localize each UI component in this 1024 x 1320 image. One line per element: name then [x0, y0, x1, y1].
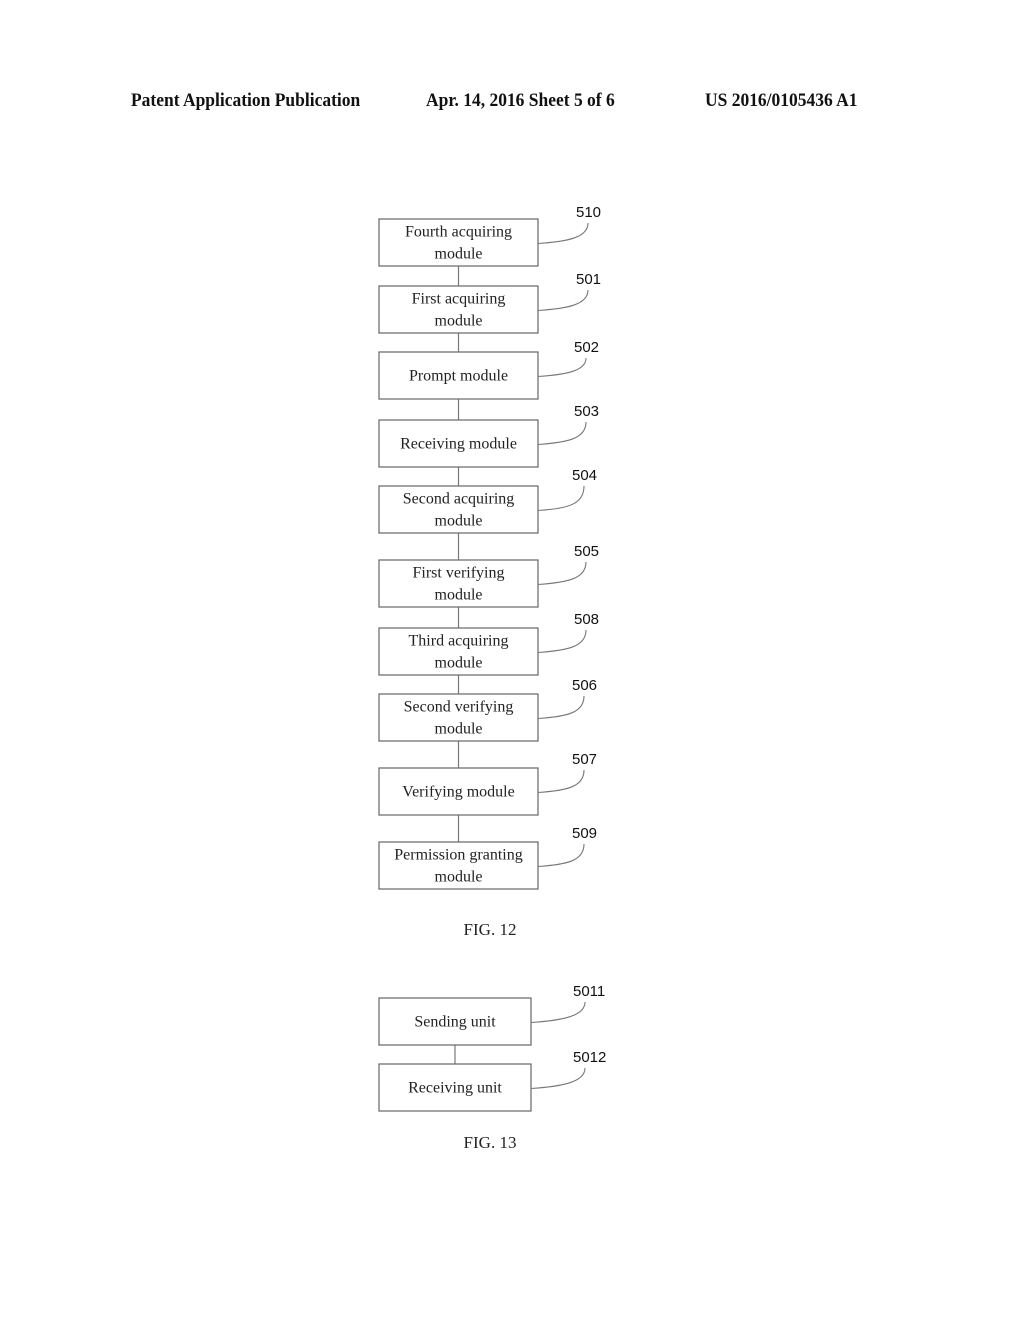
module-label: First acquiring: [412, 291, 506, 308]
reference-numeral: 510: [576, 204, 601, 221]
reference-numeral: 503: [574, 403, 599, 420]
module-label: Second verifying: [404, 699, 514, 716]
reference-numeral: 508: [574, 611, 599, 628]
leader-line: [537, 561, 587, 586]
leader-line: [537, 357, 587, 378]
module-label: Third acquiring: [409, 633, 509, 650]
reference-numeral: 505: [574, 543, 599, 560]
leader-line: [537, 843, 585, 868]
module-507: Verifying module 507: [378, 751, 597, 816]
figure-caption: FIG. 13: [464, 1133, 517, 1152]
module-label: Verifying module: [402, 784, 514, 801]
figure-13: Sending unit 5011 Receiving unit 5012 FIG. 1…: [378, 983, 606, 1152]
module-504: Second acquiring module 504: [378, 467, 597, 534]
reference-numeral: 504: [572, 467, 597, 484]
module-label: Second acquiring: [403, 491, 515, 508]
module-503: Receiving module 503: [378, 403, 599, 468]
leader-line: [537, 289, 589, 312]
module-label: Receiving module: [400, 436, 517, 453]
module-label: module: [435, 587, 483, 604]
leader-line: [530, 1067, 586, 1090]
block-diagram: Fourth acquiring module 510 First acquiring…: [378, 204, 606, 1152]
reference-numeral: 502: [574, 339, 599, 356]
figure-12: Fourth acquiring module 510 First acquiring…: [378, 204, 601, 939]
module-label: module: [435, 313, 483, 330]
module-506: Second verifying module 506: [378, 677, 597, 742]
module-label: First verifying: [413, 565, 505, 582]
module-label: Permission granting: [394, 847, 522, 864]
reference-numeral: 509: [572, 825, 597, 842]
module-509: Permission granting module 509: [378, 825, 597, 890]
leader-line: [537, 629, 587, 654]
module-501: First acquiring module 501: [378, 271, 601, 334]
leader-line: [537, 222, 589, 245]
reference-numeral: 5012: [573, 1049, 606, 1066]
module-label: module: [435, 869, 483, 886]
figure-caption: FIG. 12: [464, 920, 517, 939]
reference-numeral: 501: [576, 271, 601, 288]
module-502: Prompt module 502: [378, 339, 599, 400]
leader-line: [530, 1001, 586, 1024]
module-label: Prompt module: [409, 368, 508, 385]
module-label: Fourth acquiring: [405, 224, 512, 241]
module-label: module: [435, 721, 483, 738]
reference-numeral: 506: [572, 677, 597, 694]
module-510: Fourth acquiring module 510: [378, 204, 601, 267]
leader-line: [537, 769, 585, 794]
leader-line: [537, 485, 585, 512]
module-508: Third acquiring module 508: [378, 611, 599, 676]
module-label: module: [435, 513, 483, 530]
module-5011: Sending unit 5011: [378, 983, 605, 1046]
reference-numeral: 5011: [573, 983, 605, 1000]
leader-line: [537, 695, 585, 720]
module-505: First verifying module 505: [378, 543, 599, 608]
module-label: Receiving unit: [408, 1080, 502, 1097]
reference-numeral: 507: [572, 751, 597, 768]
leader-line: [537, 421, 587, 446]
module-label: module: [435, 246, 483, 263]
module-label: Sending unit: [414, 1014, 496, 1031]
module-label: module: [435, 655, 483, 672]
module-5012: Receiving unit 5012: [378, 1049, 606, 1112]
